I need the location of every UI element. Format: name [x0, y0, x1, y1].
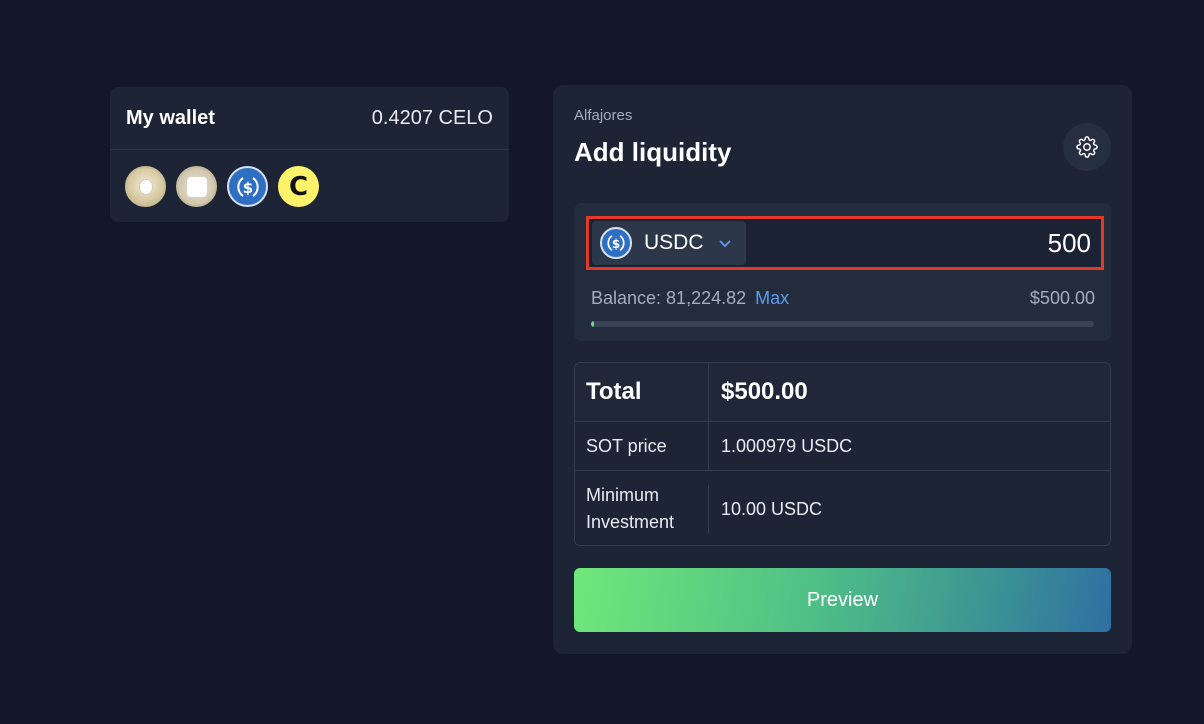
chevron-down-icon: [718, 240, 731, 248]
minimum-label-line2: Investment: [586, 512, 675, 532]
wallet-title: My wallet: [126, 106, 215, 129]
price-label: SOT price: [586, 435, 667, 456]
token-beige-square-icon[interactable]: [176, 166, 217, 207]
c-token-letter: C: [288, 171, 309, 202]
wallet-balance: 0.4207 CELO: [371, 106, 493, 129]
price-value: 1.000979 USDC: [721, 435, 853, 456]
amount-input[interactable]: [791, 223, 1091, 263]
svg-text:$: $: [242, 179, 252, 197]
summary-value-cell: 10.00 USDC: [709, 499, 822, 520]
summary-row-minimum: Minimum Investment 10.00 USDC: [575, 471, 1110, 545]
summary-label-cell: Minimum Investment: [575, 485, 709, 533]
balance-progress-bar: [591, 321, 1094, 327]
summary-value-cell: 1.000979 USDC: [709, 436, 852, 457]
minimum-value: 10.00 USDC: [721, 498, 823, 519]
square-glyph: [186, 176, 207, 197]
total-value: $500.00: [721, 378, 808, 405]
balance-label: Balance: 81,224.82: [591, 288, 747, 308]
usdc-icon: $: [600, 227, 632, 259]
gear-icon: [1076, 136, 1098, 158]
total-label: Total: [586, 378, 642, 405]
summary-row-total: Total $500.00: [575, 363, 1110, 422]
summary-table: Total $500.00 SOT price 1.000979 USDC Mi…: [574, 362, 1111, 546]
max-button[interactable]: Max: [755, 288, 789, 308]
network-label: Alfajores: [574, 107, 633, 124]
summary-label-cell: SOT price: [575, 422, 709, 470]
summary-label-cell: Total: [575, 363, 709, 421]
add-liquidity-panel: Alfajores Add liquidity $ USDC 500 Balan…: [553, 85, 1132, 654]
usdc-icon[interactable]: $: [227, 166, 268, 207]
usd-value: $500.00: [1029, 288, 1095, 308]
token-selector-label: USDC: [644, 231, 704, 254]
usdc-glyph: $: [607, 235, 625, 251]
summary-value-cell: $500.00: [709, 378, 808, 406]
preview-button[interactable]: Preview: [574, 568, 1111, 632]
wallet-card: My wallet 0.4207 CELO $ C: [110, 87, 509, 222]
balance-line: Balance: 81,224.82 Max: [591, 288, 789, 309]
usdc-glyph: $: [236, 176, 259, 197]
token-selector[interactable]: $ USDC: [592, 221, 746, 265]
page-title: Add liquidity: [574, 137, 732, 167]
settings-button[interactable]: [1063, 123, 1111, 171]
wallet-token-list: $ C: [110, 150, 509, 223]
drop-glyph: [139, 179, 152, 194]
wallet-header: My wallet 0.4207 CELO: [110, 87, 509, 150]
svg-text:$: $: [612, 237, 620, 251]
token-beige-drop-icon[interactable]: [125, 166, 166, 207]
c-token-icon[interactable]: C: [278, 166, 319, 207]
summary-row-price: SOT price 1.000979 USDC: [575, 422, 1110, 471]
minimum-label-line1: Minimum: [586, 485, 660, 505]
minimum-label: Minimum Investment: [586, 482, 674, 536]
amount-input-box: $ USDC Balance: 81,224.82 Max $500.00: [574, 203, 1111, 341]
balance-progress-fill: [591, 321, 595, 327]
amount-input-row: $ USDC: [586, 216, 1104, 270]
